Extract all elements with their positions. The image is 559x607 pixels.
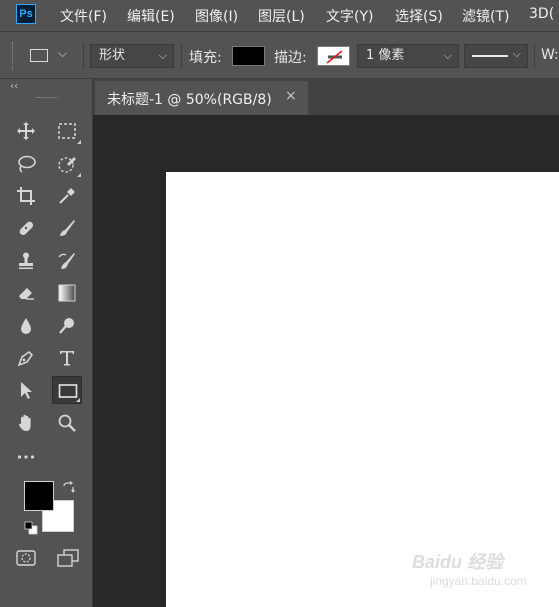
more-tools-button[interactable] <box>11 442 41 470</box>
divider <box>534 43 535 69</box>
stroke-width-value: 1 像素 <box>366 48 405 63</box>
chevron-down-icon: ⌵ <box>58 46 68 60</box>
tool-preset-picker[interactable]: ⌵ <box>24 44 76 68</box>
photoshop-logo[interactable]: Ps <box>16 4 36 24</box>
menu-type[interactable]: 文字(Y) <box>326 6 373 26</box>
canvas-workspace[interactable] <box>93 115 559 607</box>
chevron-down-icon: ⌵ <box>443 49 452 62</box>
bandage-icon <box>19 221 34 236</box>
eraser-tool[interactable] <box>11 279 41 307</box>
ellipsis-icon <box>17 455 35 459</box>
hand-tool[interactable] <box>11 409 41 437</box>
eyedropper-tool[interactable] <box>52 182 82 210</box>
rectangle-icon <box>58 384 78 398</box>
crop-tool[interactable] <box>11 182 41 210</box>
panel-grip[interactable] <box>36 97 58 101</box>
magnifier-icon <box>58 414 76 432</box>
width-label: W: <box>541 47 559 63</box>
more-tools-indicator <box>76 398 80 402</box>
move-tool[interactable] <box>11 117 41 145</box>
screen-mode-icon[interactable] <box>56 548 80 568</box>
quick-selection-icon <box>58 157 76 173</box>
eyedropper-icon <box>59 188 75 204</box>
tools-panel: ‹‹ <box>0 79 93 607</box>
menu-bar: Ps 文件(F) 编辑(E) 图像(I) 图层(L) 文字(Y) 选择(S) 滤… <box>0 0 559 31</box>
pen-tool[interactable] <box>11 344 41 372</box>
brush-tool[interactable] <box>52 214 82 242</box>
foreground-color-swatch[interactable] <box>24 481 54 511</box>
stroke-line-preview <box>472 55 508 57</box>
more-tools-indicator <box>77 173 81 177</box>
path-selection-tool[interactable] <box>11 376 41 404</box>
swap-colors-icon[interactable] <box>62 481 76 495</box>
baidu-watermark: Baidu 经验 <box>412 552 504 572</box>
menu-edit[interactable]: 编辑(E) <box>127 6 175 26</box>
eraser-icon <box>19 288 34 300</box>
quick-mask-icon[interactable] <box>15 548 37 568</box>
blur-tool[interactable] <box>11 312 41 340</box>
droplet-icon <box>21 318 31 334</box>
marquee-tool[interactable] <box>52 117 82 145</box>
no-color-icon <box>326 50 343 64</box>
divider <box>181 43 182 69</box>
stroke-color-swatch[interactable] <box>317 46 350 66</box>
document-tab[interactable]: 未标题-1 @ 50%(RGB/8) × <box>95 81 308 115</box>
stroke-width-input[interactable]: 1 像素 ⌵ <box>357 44 459 68</box>
rectangle-tool[interactable] <box>52 376 82 404</box>
gradient-tool[interactable] <box>52 279 82 307</box>
tool-mode-select[interactable]: 形状 ⌵ <box>90 44 174 68</box>
document-tab-title: 未标题-1 @ 50%(RGB/8) <box>107 92 272 108</box>
options-bar: ⌵ 形状 ⌵ 填充: 描边: 1 像素 ⌵ ⌵ W: <box>0 31 559 79</box>
history-brush-icon <box>58 253 75 269</box>
zoom-tool[interactable] <box>52 409 82 437</box>
menu-3d[interactable]: 3D( <box>529 6 554 22</box>
pen-icon <box>17 350 34 367</box>
chevron-down-icon: ⌵ <box>158 49 167 62</box>
hand-icon <box>18 414 31 431</box>
default-colors-icon[interactable] <box>24 521 38 535</box>
crop-icon <box>17 187 35 205</box>
dodge-tool[interactable] <box>52 312 82 340</box>
menu-file[interactable]: 文件(F) <box>60 6 107 26</box>
history-brush-tool[interactable] <box>52 247 82 275</box>
brush-icon <box>60 220 75 236</box>
stroke-label: 描边: <box>274 50 307 66</box>
divider <box>83 43 84 69</box>
more-tools-indicator <box>77 140 81 144</box>
lasso-tool[interactable] <box>11 150 41 178</box>
move-icon <box>17 122 35 140</box>
menu-filter[interactable]: 滤镜(T) <box>462 6 509 26</box>
tool-mode-value: 形状 <box>99 48 126 63</box>
dodge-icon <box>59 318 74 334</box>
menu-layer[interactable]: 图层(L) <box>258 6 305 26</box>
rectangle-icon <box>30 49 48 62</box>
baidu-watermark-url: jingyan.baidu.com <box>430 574 527 588</box>
arrow-cursor-icon <box>21 382 32 399</box>
collapse-panel-icon[interactable]: ‹‹ <box>10 81 18 92</box>
stroke-type-select[interactable]: ⌵ <box>464 44 528 68</box>
document-canvas[interactable] <box>166 172 559 607</box>
close-icon[interactable]: × <box>285 88 297 104</box>
chevron-down-icon: ⌵ <box>512 47 521 60</box>
clone-stamp-tool[interactable] <box>11 247 41 275</box>
quick-selection-tool[interactable] <box>52 150 82 178</box>
type-icon <box>60 351 74 366</box>
fill-label: 填充: <box>189 50 222 66</box>
marquee-icon <box>58 123 76 139</box>
gradient-icon <box>58 284 76 302</box>
lasso-icon <box>18 155 36 173</box>
fill-color-swatch[interactable] <box>232 46 265 66</box>
type-tool[interactable] <box>52 344 82 372</box>
options-bar-grip[interactable] <box>12 42 16 70</box>
stamp-icon <box>19 252 33 269</box>
menu-image[interactable]: 图像(I) <box>195 6 238 26</box>
document-tab-bar: 未标题-1 @ 50%(RGB/8) × <box>93 79 559 115</box>
healing-brush-tool[interactable] <box>11 214 41 242</box>
menu-select[interactable]: 选择(S) <box>395 6 443 26</box>
